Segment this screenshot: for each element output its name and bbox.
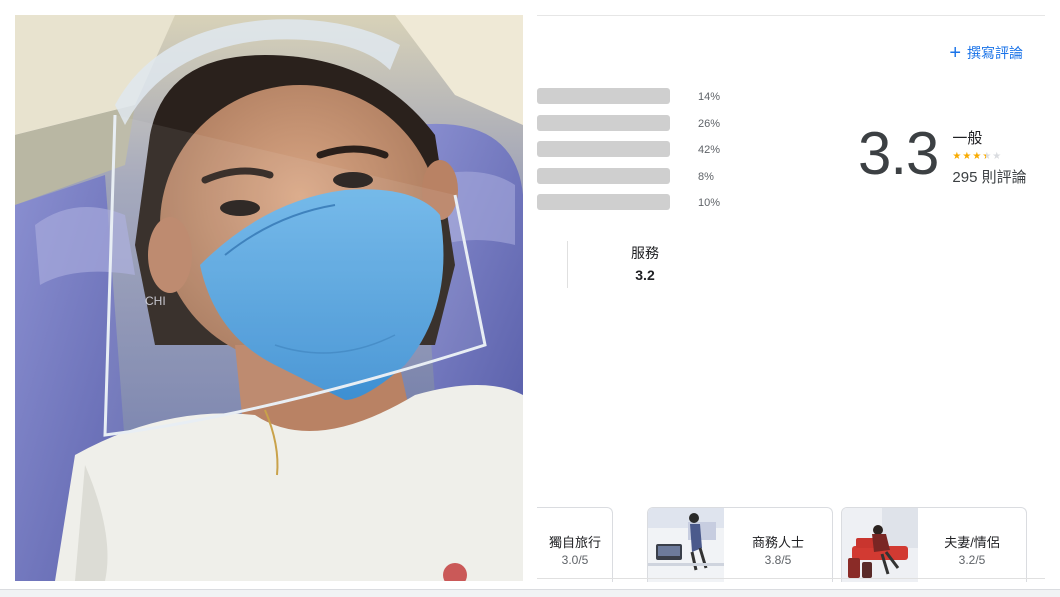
traveler-type-title: 獨自旅行 bbox=[548, 535, 601, 550]
overall-rating: 3.3 一般 ★★★★★ 295 則評論 bbox=[858, 121, 1027, 187]
overall-score: 3.3 bbox=[858, 120, 939, 187]
review-photo[interactable]: CHI bbox=[15, 15, 523, 581]
traveler-type-rating: 3.8/5 bbox=[764, 553, 792, 567]
rating-percent: 10% bbox=[698, 197, 721, 209]
traveler-card-business[interactable]: 商務人士 3.8/5 bbox=[647, 507, 833, 582]
traveler-type-rating: 3.0/5 bbox=[561, 553, 589, 567]
star-icon: ★ bbox=[962, 151, 973, 162]
star-half-icon: ★ bbox=[982, 151, 993, 162]
star-icon: ★ bbox=[972, 151, 983, 162]
service-value: 3.2 bbox=[635, 267, 655, 283]
business-travel-image bbox=[648, 508, 724, 582]
svg-text:CHI: CHI bbox=[145, 294, 166, 308]
divider bbox=[537, 578, 1045, 579]
service-label: 服務 bbox=[631, 245, 659, 261]
write-review-button[interactable]: + 撰寫評論 bbox=[949, 43, 1023, 63]
rating-label: 一般 bbox=[952, 130, 983, 147]
divider bbox=[567, 241, 568, 288]
rating-bar bbox=[537, 88, 670, 104]
star-rating: ★★★★★ bbox=[952, 150, 1026, 164]
service-rating: 服務 3.2 bbox=[617, 243, 673, 283]
star-empty-icon: ★ bbox=[992, 151, 1003, 162]
rating-bar bbox=[537, 114, 670, 131]
star-icon: ★ bbox=[952, 151, 963, 162]
reviews-panel: + 撰寫評論 14% 26% 42% 8% 10% 3.3 一般 ★★★★★ 2… bbox=[537, 15, 1045, 582]
traveler-selfie-photo: CHI bbox=[15, 15, 523, 581]
traveler-type-rating: 3.2/5 bbox=[958, 553, 986, 567]
couples-travel-image bbox=[842, 508, 918, 582]
traveler-type-title: 商務人士 bbox=[751, 535, 804, 550]
rating-bar bbox=[537, 194, 670, 210]
plus-icon: + bbox=[949, 42, 961, 64]
rating-percent: 8% bbox=[698, 170, 714, 183]
rating-percent: 26% bbox=[698, 117, 721, 130]
rating-percent: 42% bbox=[698, 144, 721, 156]
traveler-card-couples[interactable]: 夫妻/情侶 3.2/5 bbox=[841, 507, 1027, 582]
rating-bar bbox=[537, 167, 670, 184]
write-review-label: 撰寫評論 bbox=[967, 45, 1023, 61]
rating-percent: 14% bbox=[698, 91, 721, 103]
rating-bar bbox=[537, 141, 670, 157]
traveler-type-title: 夫妻/情侶 bbox=[944, 535, 1000, 550]
review-count[interactable]: 295 則評論 bbox=[952, 166, 1026, 187]
traveler-card-solo[interactable]: 獨自旅行 3.0/5 bbox=[537, 507, 613, 582]
